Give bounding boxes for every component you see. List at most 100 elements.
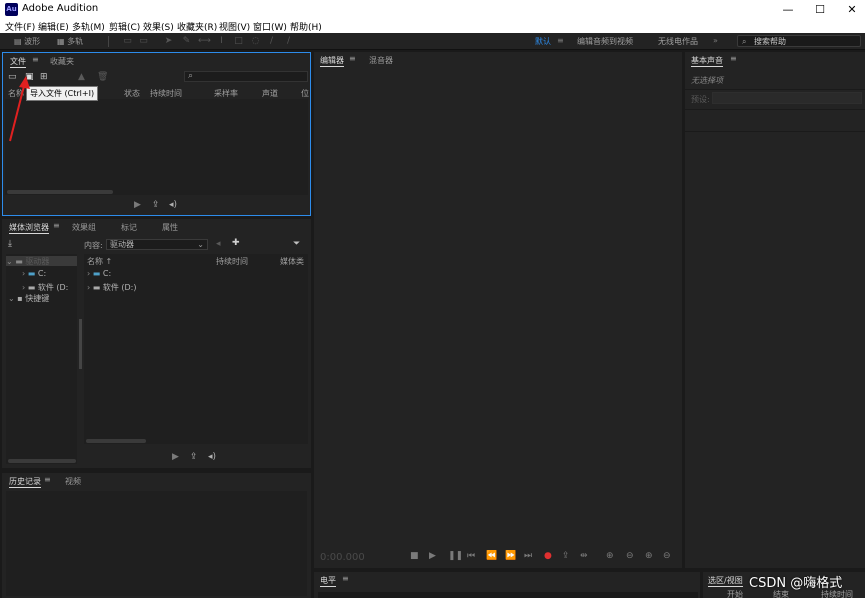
list-scrollbar[interactable] (86, 439, 146, 443)
zoom-out-amplitude-icon[interactable]: ⊖ (626, 551, 634, 561)
menu-clip[interactable]: 剪辑(C) (109, 20, 140, 33)
menu-view[interactable]: 视图(V) (219, 20, 250, 33)
go-to-start-icon[interactable]: ⏮ (467, 551, 475, 561)
maximize-button[interactable]: ☐ (804, 0, 836, 19)
panel-menu-icon[interactable]: ≡ (730, 54, 737, 63)
menu-edit[interactable]: 编辑(E) (38, 20, 69, 33)
panel-menu-icon[interactable]: ≡ (32, 55, 39, 64)
tab-editor[interactable]: 编辑器 (320, 55, 344, 67)
move-tool-icon[interactable]: ➤ (163, 36, 174, 47)
fast-forward-icon[interactable]: ⏩ (505, 551, 516, 561)
multitrack-view-button[interactable]: ▦ 多轨 (57, 35, 83, 48)
tab-media-browser[interactable]: 媒体浏览器 (9, 222, 49, 234)
list-item-d[interactable]: › ▬ 软件 (D:) (87, 282, 137, 293)
tree-item-drives[interactable]: ⌄ ▬ 驱动器 (6, 256, 77, 266)
loop-icon[interactable]: ⇪ (190, 452, 198, 462)
content-dropdown[interactable]: 驱动器 ⌄ (106, 239, 208, 250)
files-search-input[interactable]: ⌕ (184, 71, 308, 82)
splitter-handle[interactable] (79, 319, 82, 369)
panel-menu-icon[interactable]: ≡ (53, 221, 60, 230)
tree-item-shortcuts[interactable]: ⌄ ▪ 快捷键 (8, 293, 49, 304)
column-sample-rate[interactable]: 采样率 (214, 88, 238, 99)
pause-icon[interactable]: ❚❚ (448, 551, 463, 561)
play-icon[interactable]: ▶ (134, 200, 141, 210)
tab-files[interactable]: 文件 (10, 56, 26, 68)
slip-tool-icon[interactable]: ⟷ (198, 36, 211, 47)
autoplay-icon[interactable]: ◂) (169, 200, 177, 210)
panel-menu-icon[interactable]: ≡ (342, 574, 349, 583)
workspace-overflow-icon[interactable]: » (713, 36, 718, 45)
panel-menu-icon[interactable]: ≡ (349, 54, 356, 63)
column-bit-depth[interactable]: 位 (301, 88, 309, 99)
tab-levels[interactable]: 电平 (320, 575, 336, 587)
list-item-c[interactable]: › ▬ C: (87, 269, 111, 278)
column-status[interactable]: 状态 (124, 88, 140, 99)
lasso-icon[interactable]: ◌ (250, 36, 261, 47)
menu-effects[interactable]: 效果(S) (143, 20, 174, 33)
skip-selection-icon[interactable]: ⇹ (580, 551, 588, 561)
minimize-button[interactable]: — (772, 0, 804, 19)
preset-dropdown[interactable] (712, 92, 862, 104)
column-duration[interactable]: 持续时间 (216, 256, 248, 267)
tab-properties[interactable]: 属性 (162, 222, 178, 233)
workspace-menu-icon[interactable]: ≡ (557, 36, 564, 45)
marquee-icon[interactable]: □ (233, 36, 244, 47)
chevron-down-icon: ⌄ (197, 240, 204, 249)
filter-icon[interactable]: ⏷ (293, 239, 300, 249)
menu-help[interactable]: 帮助(H) (290, 20, 322, 33)
tab-markers[interactable]: 标记 (121, 222, 137, 233)
workspace-video[interactable]: 编辑音频到视频 (577, 36, 633, 47)
download-icon[interactable]: ⤓ (8, 239, 12, 249)
tab-mixer[interactable]: 混音器 (369, 55, 393, 66)
play-icon[interactable]: ▶ (429, 551, 436, 561)
tree-item-d[interactable]: › ▬ 软件 (D: (22, 282, 68, 293)
tab-effects-group[interactable]: 效果组 (72, 222, 96, 233)
close-button[interactable]: ✕ (836, 0, 865, 19)
loop-icon[interactable]: ⇪ (152, 200, 160, 210)
tab-selection-view[interactable]: 选区/视图 (708, 575, 743, 587)
menu-favorites[interactable]: 收藏夹(R) (177, 20, 217, 33)
menu-file[interactable]: 文件(F) (5, 20, 35, 33)
history-panel-tabs: 历史记录 ≡ 视频 (2, 473, 311, 488)
files-list[interactable] (5, 99, 308, 195)
menu-multitrack[interactable]: 多轨(M) (72, 20, 105, 33)
column-duration[interactable]: 持续时间 (150, 88, 182, 99)
go-to-end-icon[interactable]: ⏭ (524, 551, 532, 561)
column-media-type[interactable]: 媒体类 (280, 256, 304, 267)
new-file-icon[interactable]: ⊞ (40, 72, 48, 82)
column-name[interactable]: 名称 ↑ (87, 256, 112, 267)
waveform-view-button[interactable]: ▤ 波形 (14, 35, 40, 48)
zoom-in-amplitude-icon[interactable]: ⊕ (606, 551, 614, 561)
panel-menu-icon[interactable]: ≡ (44, 475, 51, 484)
rewind-icon[interactable]: ⏪ (486, 551, 497, 561)
zoom-out-time-icon[interactable]: ⊖ (663, 551, 671, 561)
play-icon[interactable]: ▶ (172, 452, 179, 462)
delete-icon[interactable]: 🗑 (97, 72, 108, 82)
files-scrollbar[interactable] (7, 190, 113, 194)
workspace-default[interactable]: 默认 (535, 36, 551, 47)
tab-essential-sound[interactable]: 基本声音 (691, 55, 723, 67)
tree-scrollbar[interactable] (8, 459, 76, 463)
add-shortcut-icon[interactable]: ✚ (232, 238, 240, 248)
time-selection-icon[interactable]: I (216, 36, 227, 47)
tab-history[interactable]: 历史记录 (9, 476, 41, 488)
zoom-in-time-icon[interactable]: ⊕ (645, 551, 653, 561)
record-icon[interactable]: ● (544, 551, 552, 561)
tab-favorites[interactable]: 收藏夹 (50, 56, 74, 67)
stop-icon[interactable]: ■ (410, 551, 419, 561)
column-channels[interactable]: 声道 (262, 88, 278, 99)
spot-heal-icon[interactable]: / (283, 36, 294, 47)
loop-playback-icon[interactable]: ⇪ (562, 551, 570, 561)
back-arrow-icon[interactable]: ◂ (216, 239, 221, 249)
help-search-input[interactable]: ⌕ 搜索帮助 (737, 35, 861, 47)
pitch-icon[interactable]: ▭ (138, 36, 149, 47)
tree-item-c[interactable]: › ▬ C: (22, 269, 46, 278)
brush-icon[interactable]: / (266, 36, 277, 47)
tab-video[interactable]: 视频 (65, 476, 81, 487)
insert-multitrack-icon[interactable]: ▲ (78, 72, 85, 82)
spectral-icon[interactable]: ▭ (122, 36, 133, 47)
workspace-radio[interactable]: 无线电作品 (658, 36, 698, 47)
autoplay-icon[interactable]: ◂) (208, 452, 216, 462)
menu-window[interactable]: 窗口(W) (253, 20, 287, 33)
razor-tool-icon[interactable]: ✎ (181, 36, 192, 47)
